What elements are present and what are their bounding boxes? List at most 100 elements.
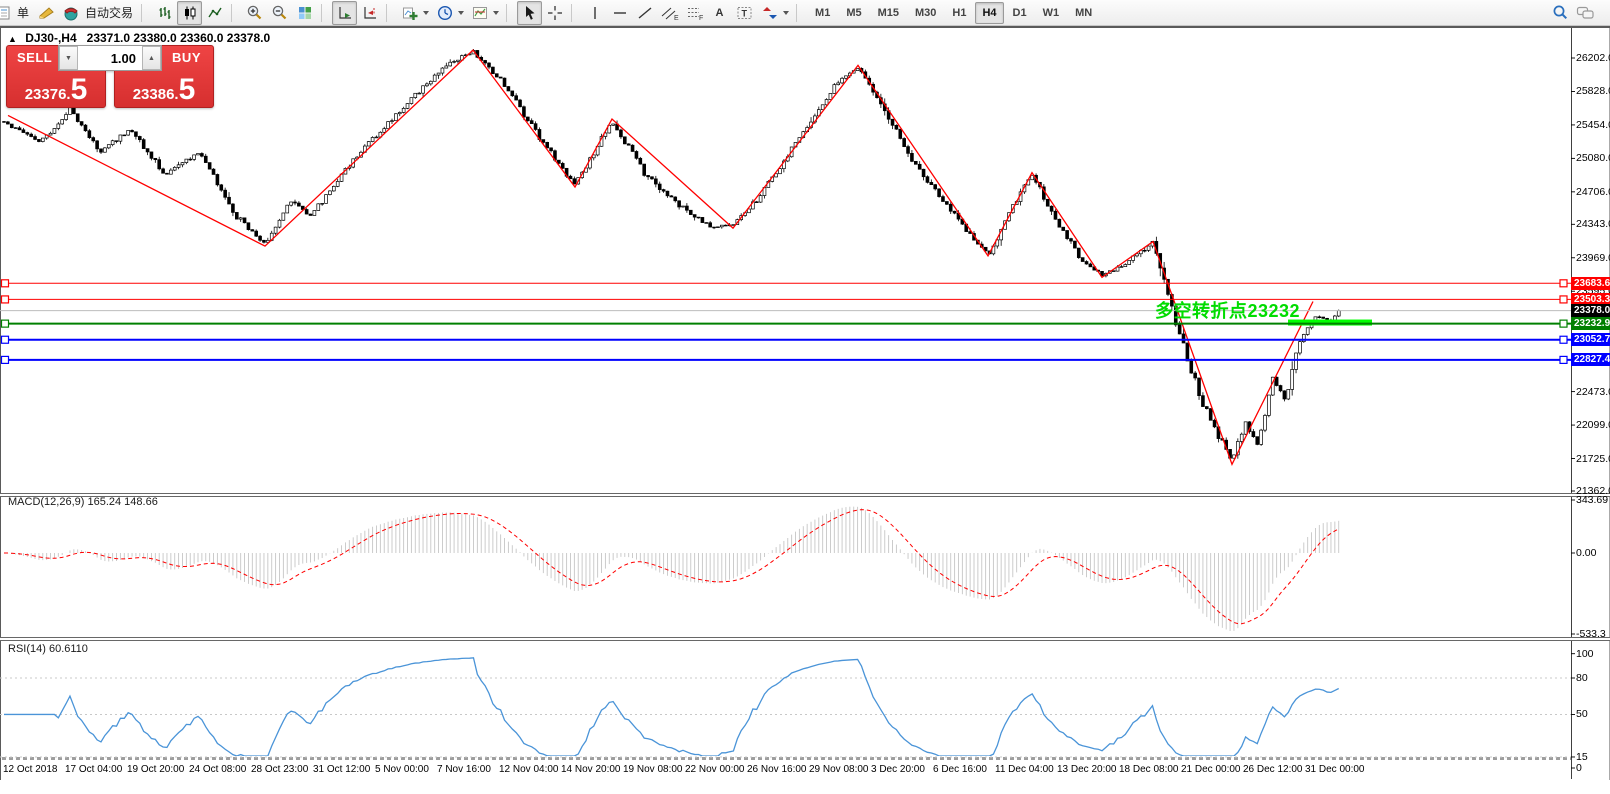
timeframe-button-m15[interactable]: M15	[871, 2, 906, 24]
line-handle-left[interactable]	[2, 296, 9, 303]
timeframe-button-m30[interactable]: M30	[908, 2, 943, 24]
timeframe-button-m1[interactable]: M1	[808, 2, 837, 24]
search-icon[interactable]	[1548, 1, 1573, 25]
price-tick-label: 24706.0	[1576, 186, 1610, 198]
timeframe-button-w1[interactable]: W1	[1036, 2, 1067, 24]
lime-highlight-bar[interactable]	[1288, 320, 1372, 326]
price-tag-23378.0: 23378.0	[1571, 304, 1610, 317]
buy-label: BUY	[172, 50, 201, 65]
text-tool-icon[interactable]: A	[707, 1, 732, 25]
trendline-tool-icon[interactable]	[632, 1, 657, 25]
time-axis-label: 29 Nov 08:00	[809, 764, 869, 775]
price-tag-22827.4: 22827.4	[1571, 353, 1610, 366]
time-axis-label: 19 Oct 20:00	[127, 764, 184, 775]
toolbar-separator	[386, 4, 394, 22]
timeframe-button-h4[interactable]: H4	[975, 2, 1003, 24]
price-tick-label: 25828.0	[1576, 85, 1610, 97]
time-axis-label: 28 Oct 23:00	[251, 764, 308, 775]
macd-axis-label: 0.00	[1576, 547, 1596, 559]
periods-clock-icon[interactable]	[432, 1, 457, 25]
new-order-icon[interactable]	[0, 1, 15, 25]
macd-indicator-label: MACD(12,26,9) 165.24 148.66	[8, 496, 158, 508]
line-handle-left[interactable]	[2, 336, 9, 343]
text-label-tool-icon[interactable]: T	[732, 1, 757, 25]
equidistant-channel-tool-icon[interactable]: E	[657, 1, 682, 25]
line-handle-right[interactable]	[1560, 280, 1567, 287]
line-handle-right[interactable]	[1560, 320, 1567, 327]
toolbar-separator	[506, 4, 514, 22]
toolbar-separator	[141, 4, 149, 22]
line-handle-left[interactable]	[2, 280, 9, 287]
turning-point-annotation[interactable]: 多空转折点23232	[1155, 297, 1300, 323]
time-axis-label: 31 Dec 00:00	[1305, 764, 1365, 775]
volume-input[interactable]	[78, 46, 142, 70]
auto-scroll-icon[interactable]	[332, 1, 357, 25]
templates-icon[interactable]	[467, 1, 492, 25]
volume-decrease-button[interactable]: ▼	[59, 46, 78, 70]
chart-shift-icon[interactable]	[357, 1, 382, 25]
cursor-icon[interactable]	[517, 1, 542, 25]
timeframe-button-d1[interactable]: D1	[1006, 2, 1034, 24]
timeframe-button-mn[interactable]: MN	[1068, 2, 1099, 24]
templates-dropdown-caret[interactable]	[493, 11, 499, 15]
price-tick-label: 26202.0	[1576, 52, 1610, 64]
arrows-dropdown-caret[interactable]	[783, 11, 789, 15]
tile-windows-icon[interactable]	[292, 1, 317, 25]
chart-plot	[0, 0, 1610, 794]
horizontal-line-tool-icon[interactable]	[607, 1, 632, 25]
time-axis-label: 17 Oct 04:00	[65, 764, 122, 775]
vertical-line-tool-icon[interactable]	[582, 1, 607, 25]
time-axis-label: 18 Dec 08:00	[1119, 764, 1179, 775]
sell-price: 23376.5	[7, 75, 105, 105]
rsi-line	[4, 658, 1339, 756]
time-axis-label: 22 Nov 00:00	[685, 764, 745, 775]
candlestick-chart-icon[interactable]	[177, 1, 202, 25]
new-order-label[interactable]: 单	[17, 4, 29, 21]
fibonacci-tool-icon[interactable]: F	[682, 1, 707, 25]
timeframe-button-m5[interactable]: M5	[839, 2, 868, 24]
autotrading-label[interactable]: 自动交易	[85, 4, 133, 21]
line-handle-right[interactable]	[1560, 296, 1567, 303]
chart-symbol: DJ30-,H4	[25, 31, 76, 45]
time-axis-label: 5 Nov 00:00	[375, 764, 429, 775]
rsi-axis-label: 100	[1576, 648, 1594, 660]
line-chart-icon[interactable]	[202, 1, 227, 25]
highlighter-icon[interactable]	[33, 1, 58, 25]
price-tick-label: 25080.0	[1576, 152, 1610, 164]
bar-chart-icon[interactable]	[152, 1, 177, 25]
arrows-tool-icon[interactable]	[757, 1, 782, 25]
timeframe-button-h1[interactable]: H1	[945, 2, 973, 24]
time-axis-label: 6 Dec 16:00	[933, 764, 987, 775]
zigzag-line[interactable]	[8, 50, 1313, 464]
price-tick-label: 21725.0	[1576, 453, 1610, 465]
rsi-axis-label: 0	[1576, 762, 1582, 774]
toolbar-separator	[796, 4, 804, 22]
buy-price: 23386.5	[115, 75, 213, 105]
autotrading-icon[interactable]	[58, 1, 83, 25]
price-tag-23052.7: 23052.7	[1571, 333, 1610, 346]
collapse-arrow-icon[interactable]: ▲	[8, 34, 17, 44]
price-tick-label: 24343.0	[1576, 218, 1610, 230]
zoom-out-icon[interactable]	[267, 1, 292, 25]
indicators-icon[interactable]	[397, 1, 422, 25]
time-axis-label: 21 Dec 00:00	[1181, 764, 1241, 775]
toolbar-separator	[571, 4, 579, 22]
sell-label: SELL	[17, 50, 52, 65]
line-handle-left[interactable]	[2, 356, 9, 363]
candles	[3, 49, 1341, 459]
time-axis-label: 7 Nov 16:00	[437, 764, 491, 775]
line-handle-right[interactable]	[1560, 336, 1567, 343]
toolbar-separator	[231, 4, 239, 22]
crosshair-icon[interactable]	[542, 1, 567, 25]
line-handle-right[interactable]	[1560, 356, 1567, 363]
chat-icon[interactable]	[1573, 1, 1598, 25]
time-axis-label: 12 Oct 2018	[3, 764, 57, 775]
line-handle-left[interactable]	[2, 320, 9, 327]
periods-dropdown-caret[interactable]	[458, 11, 464, 15]
price-tick-label: 23969.0	[1576, 252, 1610, 264]
rsi-axis-label: 80	[1576, 672, 1588, 684]
time-axis-label: 19 Nov 08:00	[623, 764, 683, 775]
volume-increase-button[interactable]: ▲	[142, 46, 161, 70]
indicators-dropdown-caret[interactable]	[423, 11, 429, 15]
zoom-in-icon[interactable]	[242, 1, 267, 25]
